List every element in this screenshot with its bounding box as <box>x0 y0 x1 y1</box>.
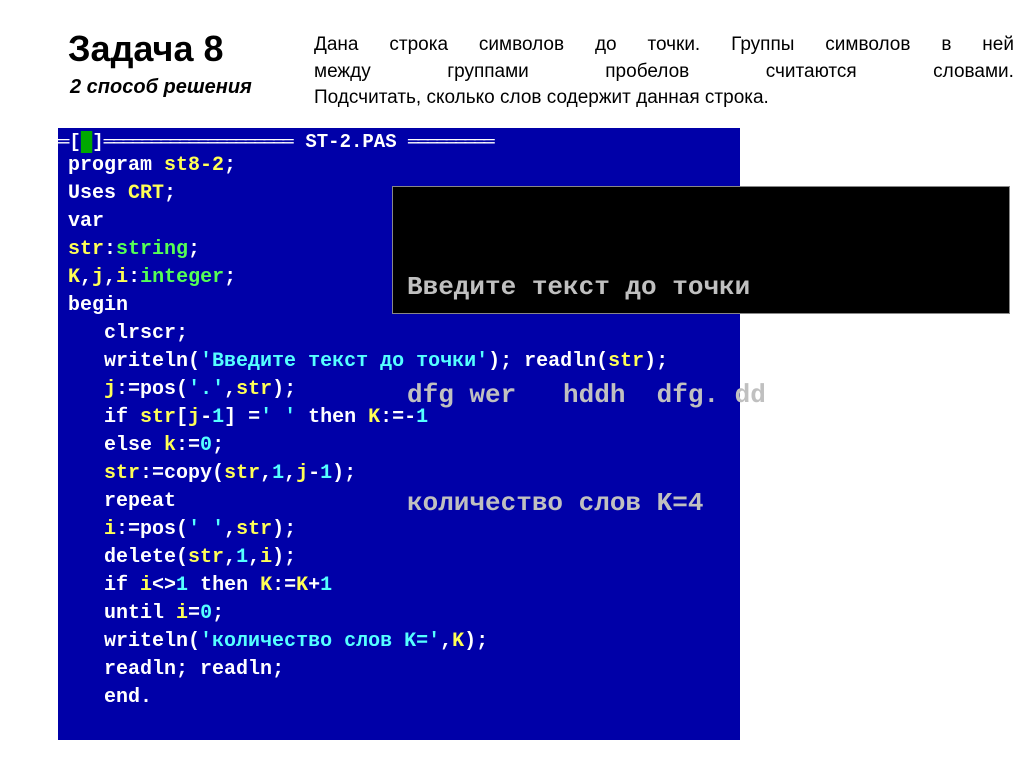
desc-line-1: Данастрокасимволовдоточки.Группысимволов… <box>314 32 1014 59</box>
desc-line-3: Подсчитать, сколько слов содержит данная… <box>314 85 1014 112</box>
slide-header: Задача 8 2 способ решения <box>68 28 252 99</box>
filename-label: ST-2.PAS <box>305 131 408 153</box>
editor-titlebar: ═[█]════════════════════ ST-2.PAS ══════… <box>58 132 740 152</box>
code-line: writeln('количество слов K=',K); <box>58 628 740 656</box>
desc-line-2: междугруппамипробеловсчитаютсясловами. <box>314 59 1014 86</box>
code-line: end. <box>58 684 740 712</box>
code-line: readln; readln; <box>58 656 740 684</box>
output-line-2: dfg wer hddh dfg. dd <box>407 377 995 413</box>
console-output: Введите текст до точки dfg wer hddh dfg.… <box>392 186 1010 314</box>
code-line: until i=0; <box>58 600 740 628</box>
code-line: if i<>1 then K:=K+1 <box>58 572 740 600</box>
task-subtitle: 2 способ решения <box>70 76 252 99</box>
task-title: Задача 8 <box>68 28 252 70</box>
code-line: program st8-2; <box>58 152 740 180</box>
task-description: Данастрокасимволовдоточки.Группысимволов… <box>314 32 1014 112</box>
output-line-1: Введите текст до точки <box>407 269 995 305</box>
window-control[interactable]: ═[█]════════════════════ <box>58 132 292 152</box>
output-line-3: количество слов K=4 <box>407 485 995 521</box>
